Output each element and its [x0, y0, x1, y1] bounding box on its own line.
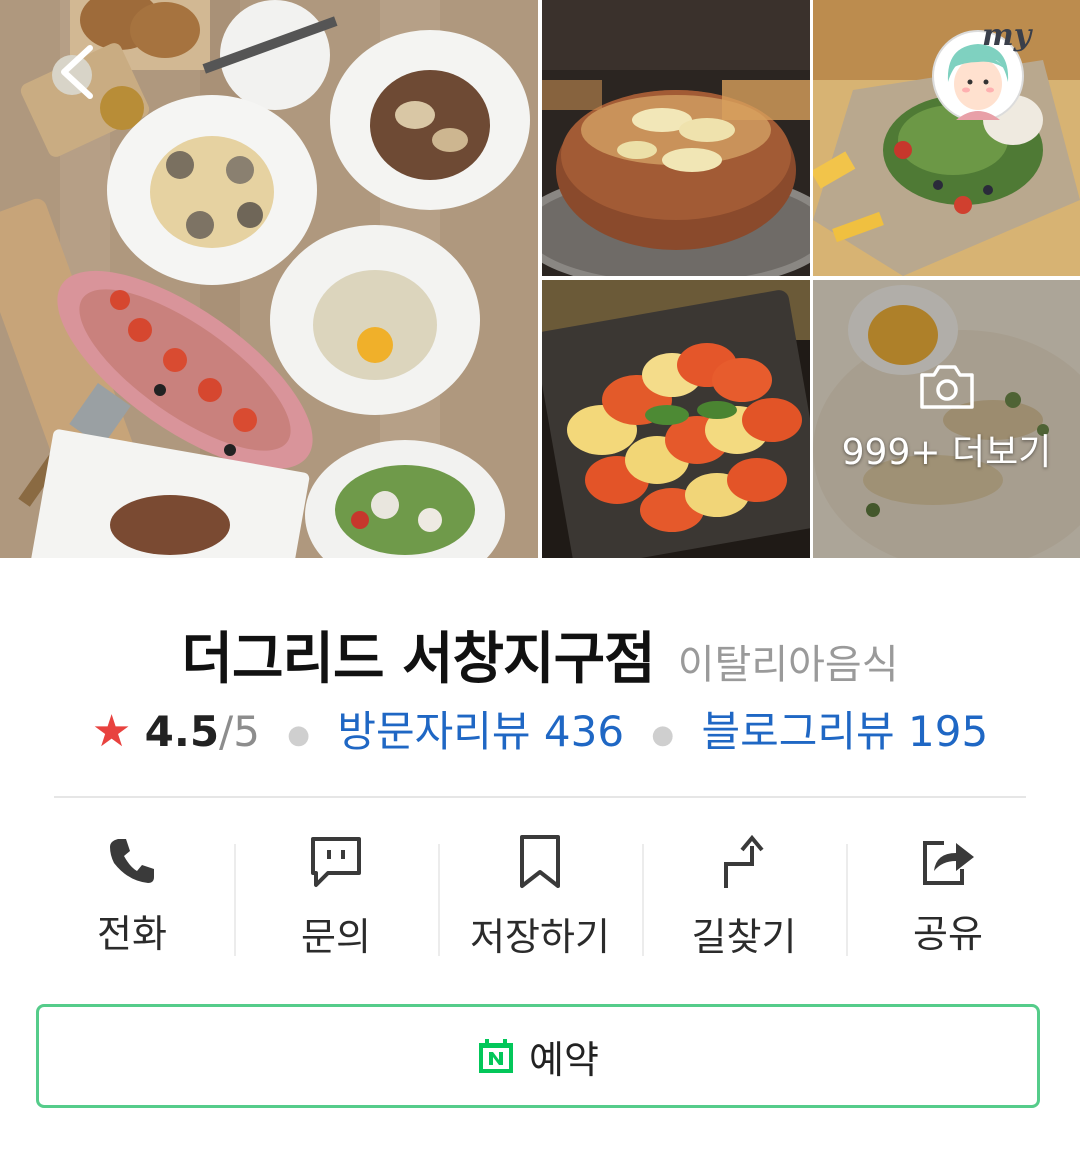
naver-booking-icon [477, 1037, 515, 1075]
save-button[interactable]: 저장하기 [438, 828, 642, 959]
rating-row: ★ 4.5/5 ● 방문자리뷰 436 ● 블로그리뷰 195 [0, 698, 1080, 759]
share-button[interactable]: 공유 [846, 828, 1050, 958]
chevron-left-icon [54, 42, 98, 106]
my-badge: my [982, 18, 1032, 53]
share-label: 공유 [913, 912, 983, 956]
call-button[interactable]: 전화 [30, 828, 234, 958]
chat-icon [306, 834, 366, 890]
title-row: 더그리드 서창지구점 이탈리아음식 [0, 614, 1080, 695]
place-name: 더그리드 서창지구점 [181, 627, 655, 692]
reserve-label: 예약 [529, 1037, 599, 1082]
divider [54, 796, 1026, 798]
inquiry-button[interactable]: 문의 [234, 828, 438, 959]
caprese-photo[interactable] [542, 280, 810, 558]
rating-value: 4.5 [144, 707, 220, 756]
more-photos-label: 999+ 더보기 [841, 432, 1052, 473]
steak-photo[interactable] [542, 0, 810, 276]
more-photos-button[interactable]: 999+ 더보기 [813, 280, 1080, 558]
phone-icon [102, 834, 162, 887]
inquiry-label: 문의 [301, 915, 371, 959]
camera-icon [918, 363, 976, 415]
share-icon [918, 834, 978, 887]
separator-dot: ● [287, 719, 310, 750]
my-profile-button[interactable]: my [926, 18, 1036, 122]
call-label: 전화 [97, 912, 167, 956]
star-icon: ★ [91, 706, 132, 757]
back-button[interactable] [36, 34, 116, 114]
reserve-button[interactable]: 예약 [36, 1004, 1040, 1108]
action-bar: 전화 문의 저장하기 길찾기 공유 [30, 828, 1050, 959]
directions-button[interactable]: 길찾기 [642, 828, 846, 959]
rating-max: /5 [219, 707, 260, 756]
save-label: 저장하기 [470, 915, 610, 959]
place-category: 이탈리아음식 [677, 642, 899, 688]
visitor-reviews-link[interactable]: 방문자리뷰 436 [337, 707, 624, 756]
directions-icon [714, 834, 774, 890]
photo-gallery: 999+ 더보기 my [0, 0, 1080, 558]
separator-dot: ● [651, 719, 675, 750]
directions-label: 길찾기 [691, 915, 797, 959]
blog-reviews-link[interactable]: 블로그리뷰 195 [701, 707, 988, 756]
bookmark-icon [510, 834, 570, 890]
